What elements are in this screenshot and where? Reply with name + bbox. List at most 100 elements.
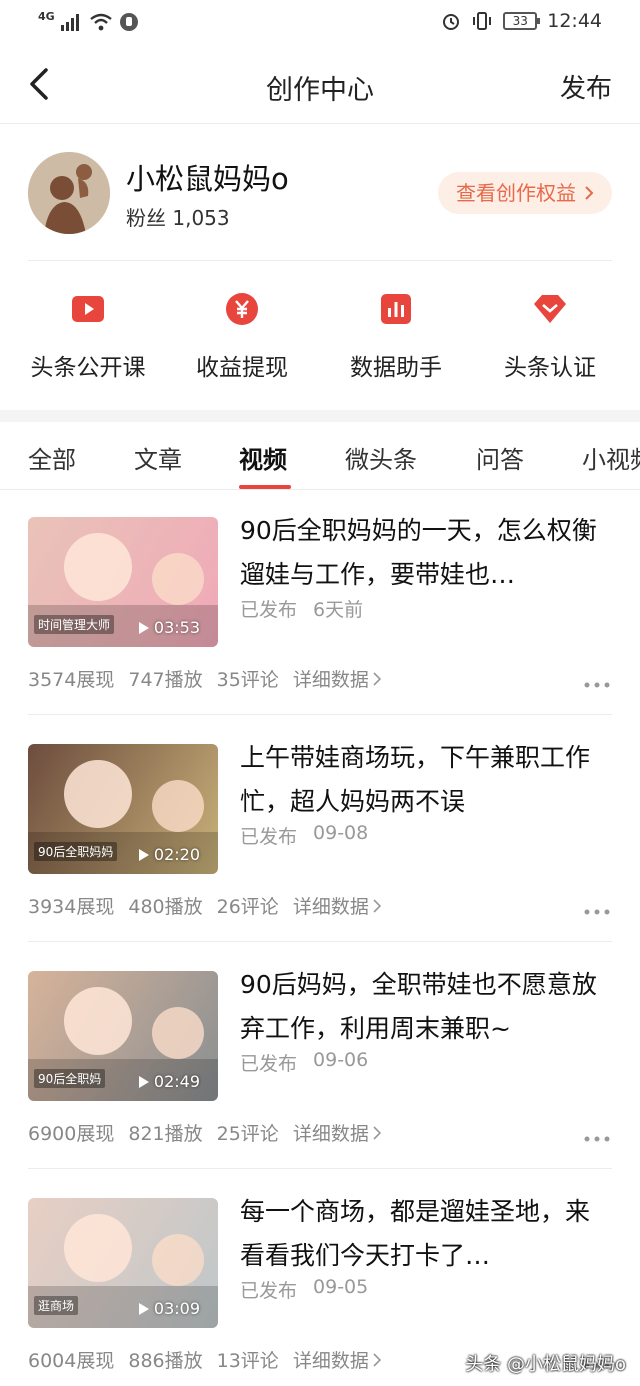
tool-label: 头条公开课 <box>30 355 146 381</box>
more-options-button[interactable] <box>584 669 610 694</box>
chevron-right-icon <box>373 671 381 686</box>
comments: 13评论 <box>216 1350 279 1372</box>
tab-all[interactable]: 全部 <box>28 440 76 475</box>
video-title[interactable]: 90后妈妈，全职带娃也不愿意放弃工作，利用周末兼职~ <box>240 963 612 1051</box>
avatar[interactable] <box>28 152 110 234</box>
hand-icon <box>119 13 138 31</box>
tool-label: 收益提现 <box>196 355 288 381</box>
video-title[interactable]: 每一个商场，都是遛娃圣地，来看看我们今天打卡了… <box>240 1190 612 1278</box>
chevron-right-icon <box>373 898 381 913</box>
comments: 26评论 <box>216 896 279 918</box>
creator-rights-button[interactable]: 查看创作权益 <box>438 172 612 214</box>
plays: 886播放 <box>128 1350 203 1372</box>
status-bar: 4G 33 12:44 <box>0 0 640 46</box>
impressions: 6004展现 <box>28 1350 115 1372</box>
duration-value: 02:49 <box>153 1072 200 1091</box>
publish-meta: 已发布 6天前 <box>240 595 363 622</box>
impressions: 3574展现 <box>28 669 115 691</box>
tool-label: 头条认证 <box>504 355 596 381</box>
status-left: 4G <box>38 10 139 32</box>
more-options-button[interactable] <box>584 896 610 921</box>
publish-status: 已发布 <box>240 826 298 848</box>
page-title: 创作中心 <box>266 75 374 106</box>
video-item[interactable]: 90后全职妈 02:49 90后妈妈，全职带娃也不愿意放弃工作，利用周末兼职~ … <box>0 943 640 1169</box>
plays: 747播放 <box>128 669 203 691</box>
publish-button[interactable]: 发布 <box>560 68 612 105</box>
video-stats: 3934展现 480播放 26评论 详细数据 <box>28 892 381 919</box>
video-duration: 02:49 <box>138 1072 200 1091</box>
tab-short-videos[interactable]: 小视频 <box>582 440 640 475</box>
clock: 12:44 <box>547 10 602 32</box>
video-stats: 6004展现 886播放 13评论 详细数据 <box>28 1346 381 1373</box>
yuan-icon <box>226 293 258 325</box>
more-options-button[interactable] <box>584 1123 610 1148</box>
tool-label: 数据助手 <box>350 355 442 381</box>
publish-meta: 已发布 09-06 <box>240 1049 368 1076</box>
tab-qa[interactable]: 问答 <box>476 440 524 475</box>
video-duration: 03:53 <box>138 618 200 637</box>
publish-meta: 已发布 09-08 <box>240 822 368 849</box>
video-title[interactable]: 上午带娃商场玩，下午兼职工作忙，超人妈妈两不误 <box>240 736 612 824</box>
avatar-image <box>28 152 110 234</box>
video-duration: 02:20 <box>138 845 200 864</box>
video-item[interactable]: 时间管理大师 03:53 90后全职妈妈的一天，怎么权衡遛娃与工作，要带娃也… … <box>0 489 640 715</box>
chevron-right-icon <box>373 1125 381 1140</box>
video-stats: 3574展现 747播放 35评论 详细数据 <box>28 665 381 692</box>
tool-grid: 头条公开课 收益提现 数据助手 头条认证 <box>0 292 640 392</box>
video-item[interactable]: 90后全职妈妈 02:20 上午带娃商场玩，下午兼职工作忙，超人妈妈两不误 已发… <box>0 716 640 942</box>
detail-data-link[interactable]: 详细数据 <box>293 1119 381 1146</box>
chevron-right-icon <box>585 186 594 200</box>
detail-data-label: 详细数据 <box>292 1350 369 1372</box>
more-dots-icon <box>584 682 610 688</box>
fans-count: 粉丝 1,053 <box>126 202 230 231</box>
duration-value: 02:20 <box>153 845 200 864</box>
thumbnail-caption: 90后全职妈妈 <box>34 842 118 861</box>
tool-certification[interactable]: 头条认证 <box>470 292 630 382</box>
item-divider <box>28 714 612 715</box>
tab-micro-posts[interactable]: 微头条 <box>345 440 417 475</box>
publish-date: 09-05 <box>313 1276 369 1298</box>
publish-date: 6天前 <box>313 599 364 621</box>
plays: 821播放 <box>128 1123 203 1145</box>
detail-data-link[interactable]: 详细数据 <box>293 665 381 692</box>
fans-label: 粉丝 <box>126 206 166 230</box>
impressions: 3934展现 <box>28 896 115 918</box>
content-tabs: 全部 文章 视频 微头条 问答 小视频 <box>0 422 640 490</box>
publish-meta: 已发布 09-05 <box>240 1276 368 1303</box>
detail-data-link[interactable]: 详细数据 <box>293 1346 381 1373</box>
section-gap <box>0 410 640 422</box>
video-title[interactable]: 90后全职妈妈的一天，怎么权衡遛娃与工作，要带娃也… <box>240 509 612 597</box>
alarm-icon <box>443 14 460 30</box>
video-thumbnail[interactable]: 时间管理大师 03:53 <box>28 517 218 647</box>
video-thumbnail[interactable]: 90后全职妈妈 02:20 <box>28 744 218 874</box>
detail-data-link[interactable]: 详细数据 <box>293 892 381 919</box>
play-icon <box>72 296 104 322</box>
tool-data-assistant[interactable]: 数据助手 <box>316 292 476 382</box>
duration-value: 03:53 <box>153 618 200 637</box>
tab-videos[interactable]: 视频 <box>239 440 287 475</box>
chart-icon <box>381 294 411 324</box>
vibrate-icon <box>473 12 492 30</box>
battery-indicator: 33 <box>503 12 541 30</box>
watermark: 头条 @小松鼠妈妈o <box>465 1354 626 1375</box>
thumbnail-caption: 90后全职妈 <box>34 1069 106 1088</box>
thumbnail-caption: 时间管理大师 <box>34 615 115 634</box>
duration-value: 03:09 <box>153 1299 200 1318</box>
creator-rights-label: 查看创作权益 <box>456 181 576 205</box>
tab-articles[interactable]: 文章 <box>134 440 182 475</box>
detail-data-label: 详细数据 <box>292 1123 369 1145</box>
detail-data-label: 详细数据 <box>292 669 369 691</box>
play-icon <box>138 621 149 634</box>
publish-status: 已发布 <box>240 1053 298 1075</box>
video-stats: 6900展现 821播放 25评论 详细数据 <box>28 1119 381 1146</box>
tool-open-course[interactable]: 头条公开课 <box>8 292 168 382</box>
video-thumbnail[interactable]: 90后全职妈 02:49 <box>28 971 218 1101</box>
detail-data-label: 详细数据 <box>292 896 369 918</box>
more-dots-icon <box>584 1136 610 1142</box>
item-divider <box>28 941 612 942</box>
video-thumbnail[interactable]: 逛商场 03:09 <box>28 1198 218 1328</box>
more-dots-icon <box>584 909 610 915</box>
tool-withdraw[interactable]: 收益提现 <box>162 292 322 382</box>
publish-status: 已发布 <box>240 599 298 621</box>
item-divider <box>28 1168 612 1169</box>
